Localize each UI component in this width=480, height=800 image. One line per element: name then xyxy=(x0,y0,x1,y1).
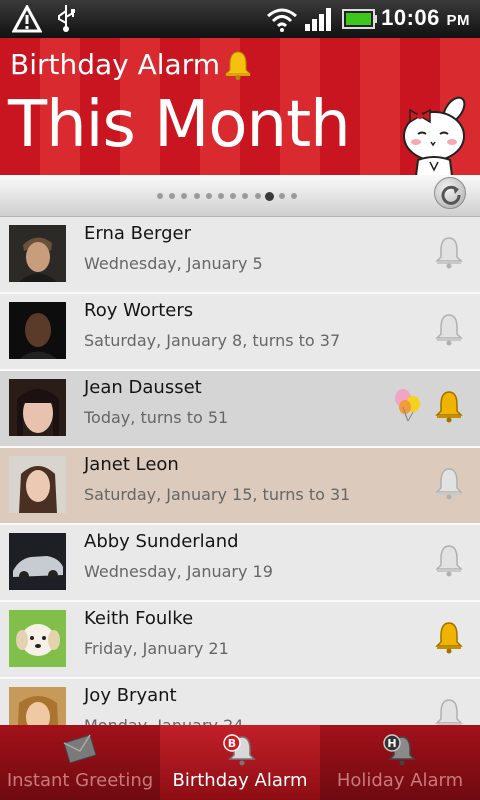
birthday-detail: Wednesday, January 19 xyxy=(84,562,273,581)
birthday-detail: Wednesday, January 5 xyxy=(84,254,263,273)
contact-name: Janet Leon xyxy=(84,454,179,475)
tab-birthday-alarm[interactable]: B Birthday Alarm xyxy=(160,725,320,800)
wifi-icon xyxy=(267,8,297,32)
page-dot xyxy=(227,190,239,202)
refresh-icon xyxy=(441,185,461,205)
section-title: This Month xyxy=(8,88,351,162)
birthday-detail: Today, turns to 51 xyxy=(84,408,229,427)
page-dot xyxy=(166,190,178,202)
usb-icon xyxy=(58,5,75,32)
alarm-bell-off-icon[interactable] xyxy=(434,543,464,577)
bunny-mascot-icon xyxy=(403,96,466,175)
clock-ampm: PM xyxy=(446,12,470,29)
birthday-list[interactable]: Erna Berger Wednesday, January 5 Roy Wor… xyxy=(0,217,480,725)
contact-photo xyxy=(9,302,66,359)
battery-icon xyxy=(342,9,377,29)
alarm-bell-off-icon[interactable] xyxy=(434,312,464,346)
list-item[interactable]: Keith Foulke Friday, January 21 xyxy=(0,602,480,679)
alarm-bell-off-icon[interactable] xyxy=(434,235,464,269)
page-dot-active xyxy=(264,190,276,202)
warning-icon xyxy=(12,5,42,33)
alarm-bell-on-icon[interactable] xyxy=(434,620,464,654)
list-item[interactable]: Erna Berger Wednesday, January 5 xyxy=(0,217,480,294)
page-dot xyxy=(252,190,264,202)
page-dot xyxy=(178,190,190,202)
list-item[interactable]: Abby Sunderland Wednesday, January 19 xyxy=(0,525,480,602)
bottom-tab-bar: Instant Greeting B Birthday Alarm H Holi… xyxy=(0,725,480,800)
page-dot xyxy=(154,190,166,202)
contact-photo xyxy=(9,533,66,590)
tab-label: Birthday Alarm xyxy=(172,770,308,791)
contact-name: Erna Berger xyxy=(84,223,192,244)
bell-icon xyxy=(224,51,252,80)
contact-name: Jean Dausset xyxy=(84,377,202,398)
page-dot xyxy=(239,190,251,202)
page-dots xyxy=(154,190,300,202)
birthday-detail: Friday, January 21 xyxy=(84,639,229,658)
contact-photo xyxy=(9,610,66,667)
list-item[interactable]: Janet Leon Saturday, January 15, turns t… xyxy=(0,448,480,525)
refresh-button[interactable] xyxy=(434,177,466,209)
list-item[interactable]: Joy Bryant Monday, January 24 xyxy=(0,679,480,725)
contact-name: Joy Bryant xyxy=(84,685,177,706)
tab-instant-greeting[interactable]: Instant Greeting xyxy=(0,725,160,800)
contact-photo xyxy=(9,456,66,513)
birthday-detail: Saturday, January 15, turns to 31 xyxy=(84,485,351,504)
svg-text:B: B xyxy=(228,737,236,750)
holiday-bell-icon: H xyxy=(383,734,416,766)
header: Birthday Alarm This Month xyxy=(0,38,480,175)
contact-photo xyxy=(9,379,66,436)
birthday-detail: Monday, January 24 xyxy=(84,716,243,725)
alarm-bell-off-icon[interactable] xyxy=(434,697,464,725)
birthday-detail: Saturday, January 8, turns to 37 xyxy=(84,331,341,350)
page-indicator-bar xyxy=(0,175,480,217)
clock-time: 10:06 xyxy=(381,5,440,30)
page-dot xyxy=(203,190,215,202)
status-bar: 10:06 PM xyxy=(0,0,480,38)
greeting-card-icon xyxy=(63,734,97,764)
signal-icon xyxy=(305,8,331,31)
tab-label: Holiday Alarm xyxy=(336,770,464,791)
contact-photo xyxy=(9,225,66,282)
contact-photo xyxy=(9,687,66,725)
balloons-icon xyxy=(395,389,420,422)
list-item[interactable]: Jean Dausset Today, turns to 51 xyxy=(0,371,480,448)
contact-name: Keith Foulke xyxy=(84,608,194,629)
tab-holiday-alarm[interactable]: H Holiday Alarm xyxy=(320,725,480,800)
alarm-bell-off-icon[interactable] xyxy=(434,466,464,500)
contact-name: Roy Worters xyxy=(84,300,194,321)
app-title: Birthday Alarm xyxy=(10,48,221,81)
page-dot xyxy=(215,190,227,202)
page-dot xyxy=(288,190,300,202)
birthday-bell-icon: B xyxy=(223,734,256,766)
page-dot xyxy=(191,190,203,202)
page-dot xyxy=(276,190,288,202)
clock: 10:06 PM xyxy=(381,5,470,31)
alarm-bell-on-icon[interactable] xyxy=(434,389,464,423)
tab-label: Instant Greeting xyxy=(6,770,154,791)
list-item[interactable]: Roy Worters Saturday, January 8, turns t… xyxy=(0,294,480,371)
contact-name: Abby Sunderland xyxy=(84,531,239,552)
svg-text:H: H xyxy=(387,737,396,750)
